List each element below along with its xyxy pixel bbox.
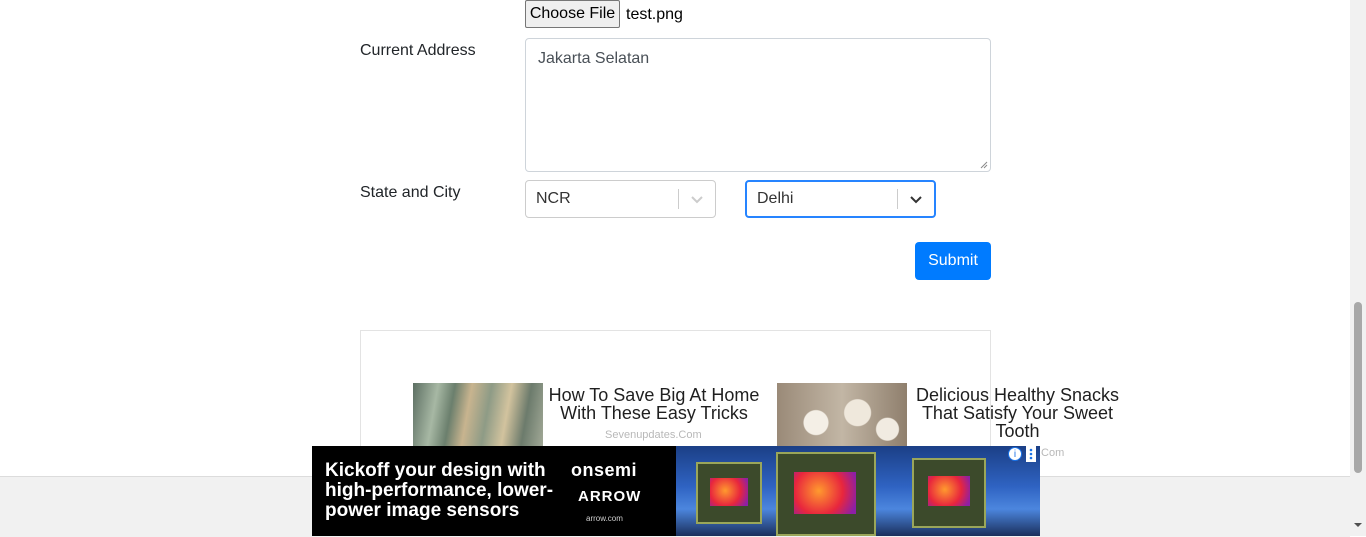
sensor-chip xyxy=(696,462,762,524)
choose-file-button[interactable]: Choose File xyxy=(525,0,620,28)
ad-thumbnail-money[interactable] xyxy=(413,383,543,449)
resize-handle-icon[interactable] xyxy=(980,161,988,169)
chevron-down-icon[interactable] xyxy=(679,181,715,217)
sensor-chip xyxy=(776,452,876,536)
scrollbar-thumb[interactable] xyxy=(1354,302,1362,473)
ad-source-2: .Com xyxy=(1038,447,1065,459)
state-select[interactable]: NCR xyxy=(525,180,716,218)
arrow-logo: ARROW xyxy=(578,488,642,505)
ad-headline-1[interactable]: How To Save Big At Home With These Easy … xyxy=(545,386,763,422)
current-address-label: Current Address xyxy=(360,42,476,59)
city-select[interactable]: Delhi xyxy=(745,180,936,218)
banner-ad[interactable]: Kickoff your design with high-performanc… xyxy=(312,446,1040,536)
state-select-value: NCR xyxy=(536,190,571,207)
ad-options-icon[interactable] xyxy=(1026,446,1036,462)
selected-file-name: test.png xyxy=(626,6,683,23)
ad-headline-2[interactable]: Delicious Healthy Snacks That Satisfy Yo… xyxy=(912,386,1123,440)
ad-info-icon[interactable]: i xyxy=(1008,447,1022,461)
current-address-value: Jakarta Selatan xyxy=(538,50,650,67)
banner-url: arrow.com xyxy=(586,514,623,523)
ad-source-1: Sevenupdates.Com xyxy=(605,429,702,441)
image-sensor-chips-image xyxy=(676,446,1040,536)
ad-thumbnail-snacks[interactable] xyxy=(777,383,907,449)
onsemi-logo: onsemi xyxy=(571,460,638,480)
scroll-down-arrow-icon[interactable] xyxy=(1353,520,1363,530)
city-select-value: Delhi xyxy=(757,190,794,207)
current-address-textarea[interactable]: Jakarta Selatan xyxy=(525,38,991,172)
banner-headline: Kickoff your design with high-performanc… xyxy=(325,460,554,521)
state-city-label: State and City xyxy=(360,184,461,201)
chevron-down-icon[interactable] xyxy=(898,181,934,217)
sensor-chip xyxy=(912,458,986,528)
submit-button[interactable]: Submit xyxy=(915,242,991,280)
